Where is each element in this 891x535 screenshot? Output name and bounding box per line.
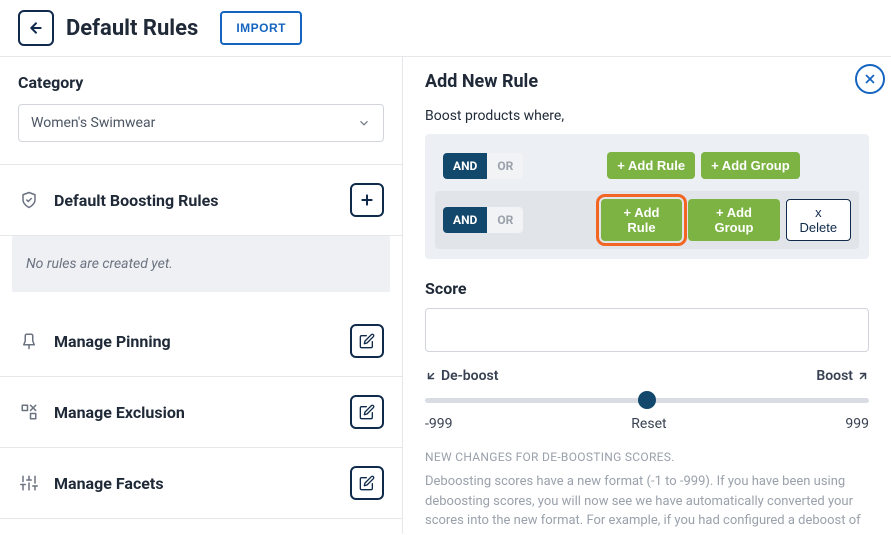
or-toggle[interactable]: OR bbox=[487, 207, 523, 233]
add-rule-button-outer[interactable]: + Add Rule bbox=[607, 152, 695, 179]
right-panel: Add New Rule Boost products where, AND O… bbox=[403, 57, 891, 534]
edit-facets-button[interactable] bbox=[350, 466, 384, 500]
edit-icon bbox=[359, 333, 375, 349]
conjunction-toggle-inner[interactable]: AND OR bbox=[443, 207, 523, 233]
and-toggle[interactable]: AND bbox=[443, 153, 487, 179]
add-group-button-outer[interactable]: + Add Group bbox=[701, 152, 800, 179]
boosting-empty-message: No rules are created yet. bbox=[12, 236, 390, 292]
shield-icon bbox=[18, 189, 40, 211]
slider-min: -999 bbox=[425, 416, 452, 432]
and-toggle[interactable]: AND bbox=[443, 207, 487, 233]
score-label: Score bbox=[425, 279, 869, 298]
arrow-up-right-icon bbox=[857, 370, 869, 382]
panel-intro: Boost products where, bbox=[425, 108, 869, 124]
edit-icon bbox=[359, 404, 375, 420]
edit-icon bbox=[359, 475, 375, 491]
rule-builder: AND OR + Add Rule + Add Group AND OR + A… bbox=[425, 134, 869, 259]
score-input[interactable] bbox=[425, 308, 869, 352]
add-rule-button-inner[interactable]: + Add Rule bbox=[601, 199, 683, 241]
plus-icon bbox=[359, 192, 375, 208]
facets-icon bbox=[18, 472, 40, 494]
category-label: Category bbox=[18, 73, 384, 92]
back-button[interactable] bbox=[18, 10, 54, 46]
conjunction-toggle-outer[interactable]: AND OR bbox=[443, 153, 523, 179]
pin-icon bbox=[18, 330, 40, 352]
boosting-rules-label: Default Boosting Rules bbox=[54, 191, 218, 210]
panel-title: Add New Rule bbox=[425, 71, 869, 92]
left-panel: Category Women's Swimwear Default Boosti… bbox=[0, 57, 403, 534]
deboost-label: De-boost bbox=[425, 368, 498, 384]
exclusion-icon bbox=[18, 401, 40, 423]
close-icon bbox=[863, 72, 877, 86]
or-toggle[interactable]: OR bbox=[487, 153, 523, 179]
deboost-note-body: Deboosting scores have a new format (-1 … bbox=[425, 472, 869, 534]
delete-group-button[interactable]: x Delete bbox=[786, 199, 851, 241]
add-group-button-inner[interactable]: + Add Group bbox=[688, 199, 779, 241]
category-select[interactable]: Women's Swimwear bbox=[18, 104, 384, 142]
page-title: Default Rules bbox=[66, 16, 198, 41]
boost-label: Boost bbox=[816, 368, 869, 384]
score-slider[interactable] bbox=[425, 388, 869, 412]
edit-exclusion-button[interactable] bbox=[350, 395, 384, 429]
import-button[interactable]: IMPORT bbox=[220, 11, 302, 45]
chevron-down-icon bbox=[357, 116, 371, 130]
close-panel-button[interactable] bbox=[855, 64, 885, 94]
slider-thumb[interactable] bbox=[638, 391, 656, 409]
arrow-down-left-icon bbox=[425, 370, 437, 382]
slider-reset[interactable]: Reset bbox=[631, 416, 666, 432]
arrow-left-icon bbox=[28, 20, 44, 36]
deboost-note-title: NEW CHANGES FOR DE-BOOSTING SCORES. bbox=[425, 450, 869, 464]
manage-facets-label: Manage Facets bbox=[54, 474, 164, 493]
manage-pinning-label: Manage Pinning bbox=[54, 332, 171, 351]
category-selected-value: Women's Swimwear bbox=[31, 115, 155, 131]
slider-max: 999 bbox=[845, 416, 869, 432]
edit-pinning-button[interactable] bbox=[350, 324, 384, 358]
add-boosting-rule-button[interactable] bbox=[350, 183, 384, 217]
manage-exclusion-label: Manage Exclusion bbox=[54, 403, 185, 422]
